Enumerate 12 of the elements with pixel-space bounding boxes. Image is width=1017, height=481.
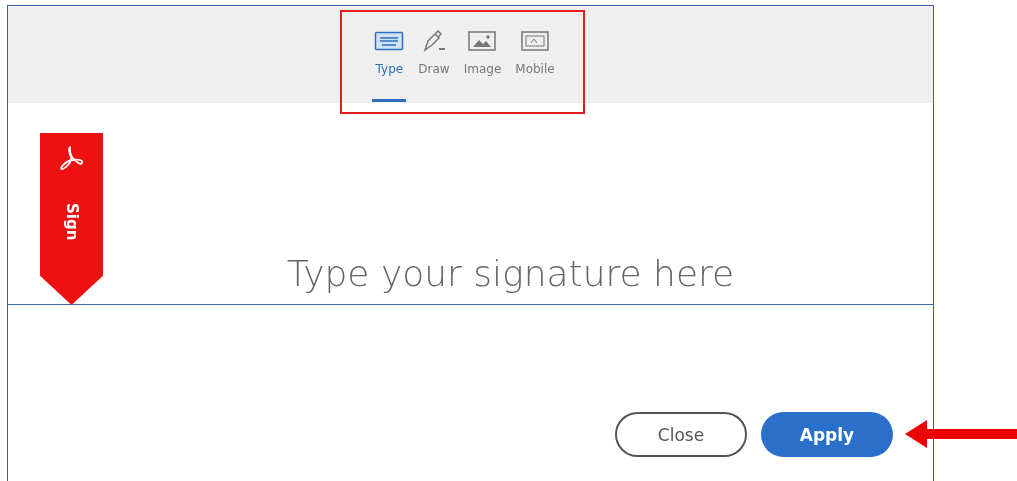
keyboard-icon	[374, 30, 405, 52]
tablet-icon	[519, 30, 550, 52]
apply-button[interactable]: Apply	[761, 412, 893, 457]
signature-field[interactable]: Type your signature here	[8, 243, 933, 305]
close-button[interactable]: Close	[615, 412, 747, 457]
signature-tab[interactable]: Draw	[416, 26, 452, 102]
acrobat-logo-icon	[58, 145, 85, 173]
signature-tab[interactable]: Type	[372, 26, 407, 102]
sign-label: Sign	[62, 203, 81, 241]
signature-tab[interactable]: Mobile	[513, 26, 557, 102]
image-icon	[467, 30, 498, 52]
signature-tab[interactable]: Image	[461, 26, 504, 102]
